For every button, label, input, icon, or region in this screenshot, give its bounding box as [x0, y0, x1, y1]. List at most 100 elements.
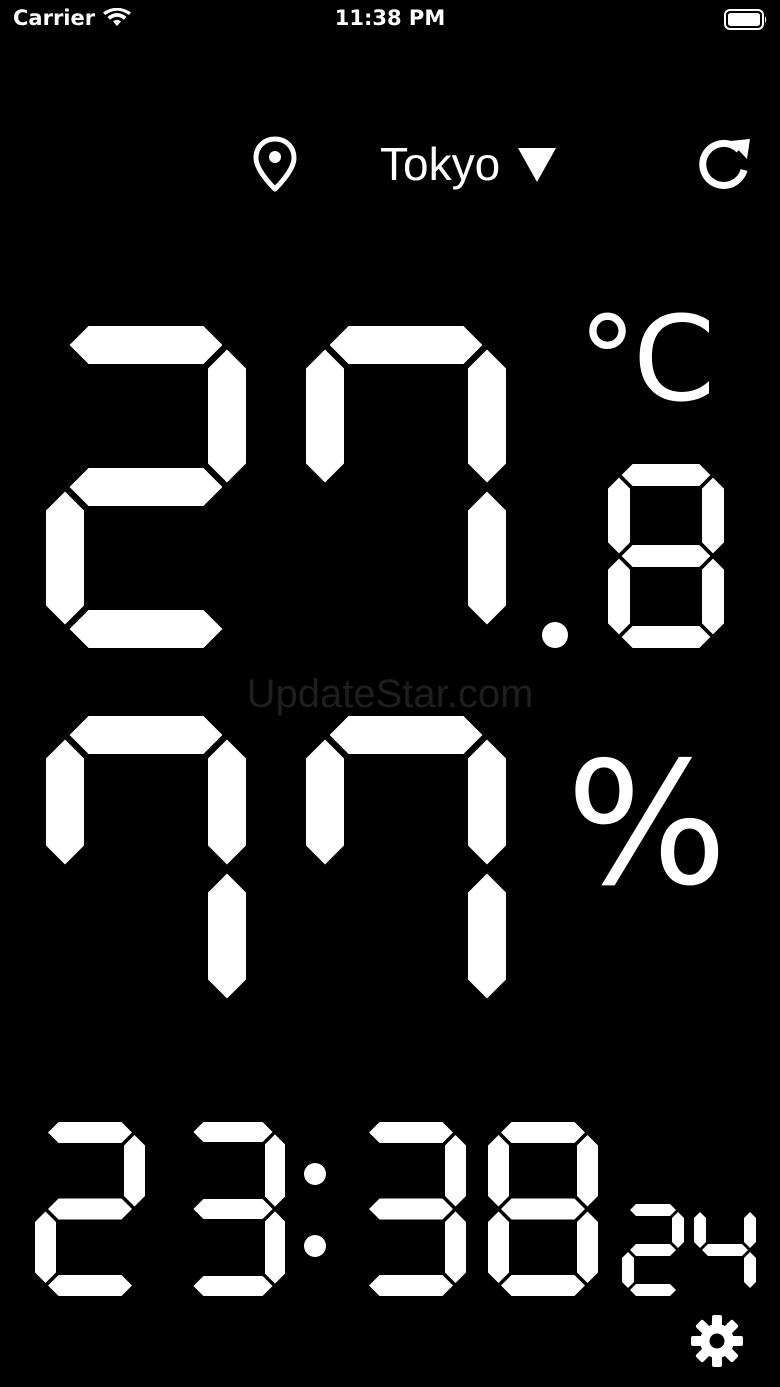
seven-segment-glyph [622, 1204, 684, 1296]
segment-f [306, 739, 344, 865]
segment-d [630, 1284, 676, 1296]
segment-d [193, 1276, 273, 1296]
temperature-decimal-point [542, 622, 568, 648]
segment-b [208, 739, 246, 865]
segment-g [330, 850, 483, 888]
segment-d [369, 1275, 453, 1296]
segment-b [744, 1212, 756, 1248]
segment-c [672, 1252, 684, 1288]
segment-f [46, 350, 84, 483]
gear-icon[interactable] [689, 1313, 745, 1369]
segment-d [501, 1275, 585, 1296]
segment-a [369, 1122, 453, 1143]
segment-g [369, 1198, 453, 1220]
segment-d [621, 626, 711, 648]
segment-e [356, 1212, 377, 1283]
seven-segment-glyph [608, 464, 724, 648]
segment-c [744, 1252, 756, 1288]
segment-a [69, 716, 223, 754]
seven-segment-glyph [46, 716, 246, 1022]
segment-b [577, 1135, 598, 1207]
segment-e [608, 558, 630, 635]
clock-second-digit-1 [622, 1204, 684, 1296]
segment-f [356, 1135, 377, 1206]
city-dropdown[interactable]: Tokyo [380, 136, 557, 192]
segment-g [702, 1244, 748, 1256]
segment-c [468, 491, 506, 625]
clock-minute-digit-2 [488, 1122, 598, 1296]
segment-f [608, 477, 630, 554]
segment-e [46, 491, 84, 625]
segment-a [621, 464, 711, 486]
temperature-decimal-digit [608, 464, 724, 648]
segment-e [306, 874, 344, 999]
segment-e [306, 492, 344, 625]
segment-c [445, 1211, 466, 1283]
seven-segment-glyph [46, 326, 246, 648]
seven-segment-glyph [181, 1122, 285, 1296]
segment-a [193, 1122, 273, 1142]
segment-a [69, 326, 223, 364]
seven-segment-glyph [356, 1122, 466, 1296]
seven-segment-glyph [306, 326, 506, 648]
seven-segment-glyph [488, 1122, 598, 1296]
segment-c [468, 873, 506, 999]
triangle-down-icon [518, 148, 557, 182]
segment-b [445, 1135, 466, 1207]
segment-b [208, 349, 246, 483]
clock-colon-top [304, 1163, 326, 1185]
segment-d [69, 610, 223, 648]
segment-a [48, 1122, 132, 1143]
segment-g [630, 1244, 676, 1256]
segment-a [630, 1204, 676, 1216]
segment-f [306, 349, 344, 483]
segment-d [702, 1284, 748, 1296]
segment-e [622, 1252, 634, 1288]
segment-g [48, 1198, 132, 1220]
seven-segment-glyph [694, 1204, 756, 1296]
segment-d [48, 1275, 132, 1296]
segment-b [672, 1212, 684, 1248]
segment-d [330, 610, 483, 648]
segment-b [468, 349, 506, 483]
segment-f [488, 1135, 509, 1207]
status-bar-time: 11:38 PM [334, 6, 446, 30]
clock-hour-digit-2 [181, 1122, 285, 1296]
segment-d [70, 984, 223, 1022]
temperature-digit-1 [46, 326, 246, 648]
segment-c [577, 1211, 598, 1283]
segment-a [329, 716, 483, 754]
map-pin-icon[interactable] [250, 135, 300, 193]
segment-b [124, 1135, 145, 1207]
temperature-digit-2 [306, 326, 506, 648]
segment-b [702, 477, 724, 554]
segment-e [488, 1211, 509, 1283]
battery-icon [724, 9, 767, 30]
clock-second-digit-2 [694, 1204, 756, 1296]
segment-g [193, 1199, 273, 1219]
humidity-digit-2 [306, 716, 506, 1022]
segment-a [329, 326, 483, 364]
segment-g [621, 545, 711, 567]
segment-a [702, 1204, 748, 1216]
segment-e [181, 1211, 201, 1283]
humidity-digit-1 [46, 716, 246, 1022]
segment-b [468, 739, 506, 865]
seven-segment-glyph [35, 1122, 145, 1296]
segment-e [46, 874, 84, 999]
segment-a [501, 1122, 585, 1143]
clock-colon-bottom [304, 1235, 326, 1257]
clock-minute-digit-1 [356, 1122, 466, 1296]
watermark: UpdateStar.com [246, 672, 534, 716]
refresh-icon[interactable] [696, 137, 752, 191]
celsius-unit: °C [578, 290, 715, 428]
segment-g [70, 850, 223, 888]
segment-c [208, 873, 246, 999]
city-name: Tokyo [380, 138, 501, 190]
segment-c [208, 492, 246, 625]
segment-g [69, 468, 223, 506]
segment-g [330, 468, 483, 506]
segment-c [702, 558, 724, 635]
segment-f [181, 1134, 201, 1206]
segment-e [694, 1252, 706, 1288]
